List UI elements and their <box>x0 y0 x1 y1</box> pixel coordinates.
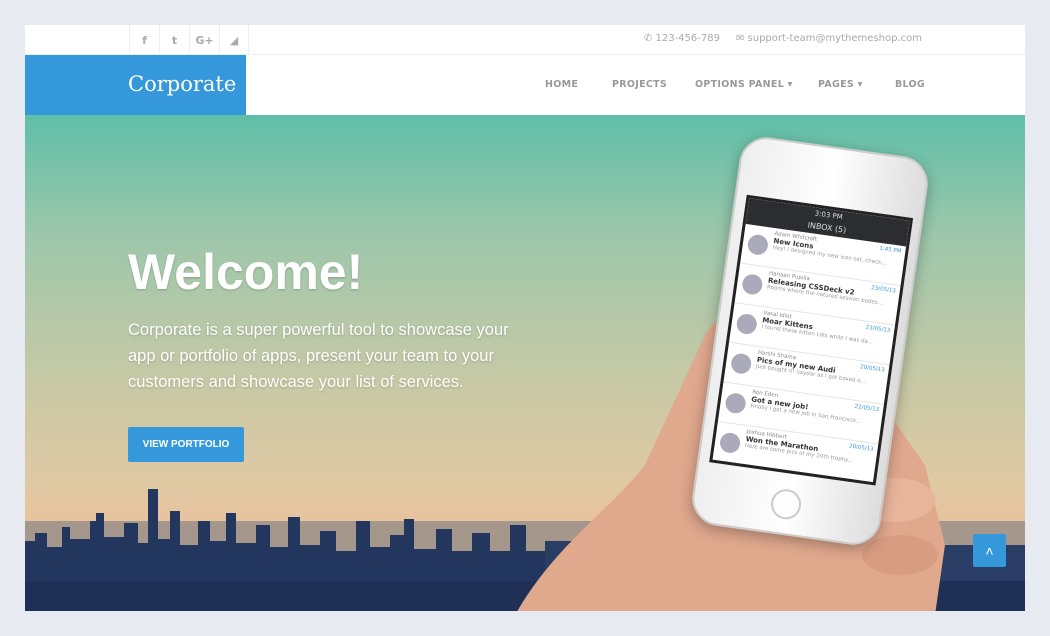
nav-options-panel[interactable]: OPTIONS PANEL ▾ <box>695 79 793 90</box>
scroll-to-top-button[interactable]: ˄ <box>973 534 1006 567</box>
chevron-up-icon: ˄ <box>985 542 994 559</box>
view-portfolio-button[interactable]: VIEW PORTFOLIO <box>128 427 244 462</box>
facebook-icon[interactable]: f <box>129 25 159 55</box>
phone-home-button <box>769 487 803 522</box>
top-bar: f t G+ ◢ ✆ 123-456-789 ✉ support-team@my… <box>25 25 1025 55</box>
contact-info: ✆ 123-456-789 ✉ support-team@mythemeshop… <box>644 33 922 44</box>
nav-home[interactable]: HOME <box>545 79 578 90</box>
main-nav: Corporate HOME PROJECTS OPTIONS PANEL ▾ … <box>25 55 1025 115</box>
logo[interactable]: Corporate <box>25 55 246 115</box>
envelope-icon: ✉ <box>735 33 748 44</box>
phone-screen: 3:03 PM INBOX (5) Adam Whitcroft New Icons… <box>709 194 914 486</box>
nav-projects[interactable]: PROJECTS <box>612 79 667 90</box>
twitter-icon[interactable]: t <box>159 25 189 55</box>
hero-title: Welcome! <box>128 244 364 300</box>
google-plus-icon[interactable]: G+ <box>189 25 219 55</box>
page: f t G+ ◢ ✆ 123-456-789 ✉ support-team@my… <box>25 25 1025 611</box>
hero-description: Corporate is a super powerful tool to sh… <box>128 321 509 391</box>
nav-pages[interactable]: PAGES ▾ <box>818 79 863 90</box>
email-contact[interactable]: ✉ support-team@mythemeshop.com <box>736 33 922 44</box>
nav-blog[interactable]: BLOG <box>895 79 925 90</box>
email-address[interactable]: support-team@mythemeshop.com <box>748 33 922 44</box>
phone-number: 123-456-789 <box>655 33 720 44</box>
phone-icon: ✆ <box>643 33 656 44</box>
rss-icon[interactable]: ◢ <box>219 25 249 55</box>
hero-banner: 3:03 PM INBOX (5) Adam Whitcroft New Icons… <box>25 115 1025 611</box>
phone-contact: ✆ 123-456-789 <box>644 33 720 44</box>
